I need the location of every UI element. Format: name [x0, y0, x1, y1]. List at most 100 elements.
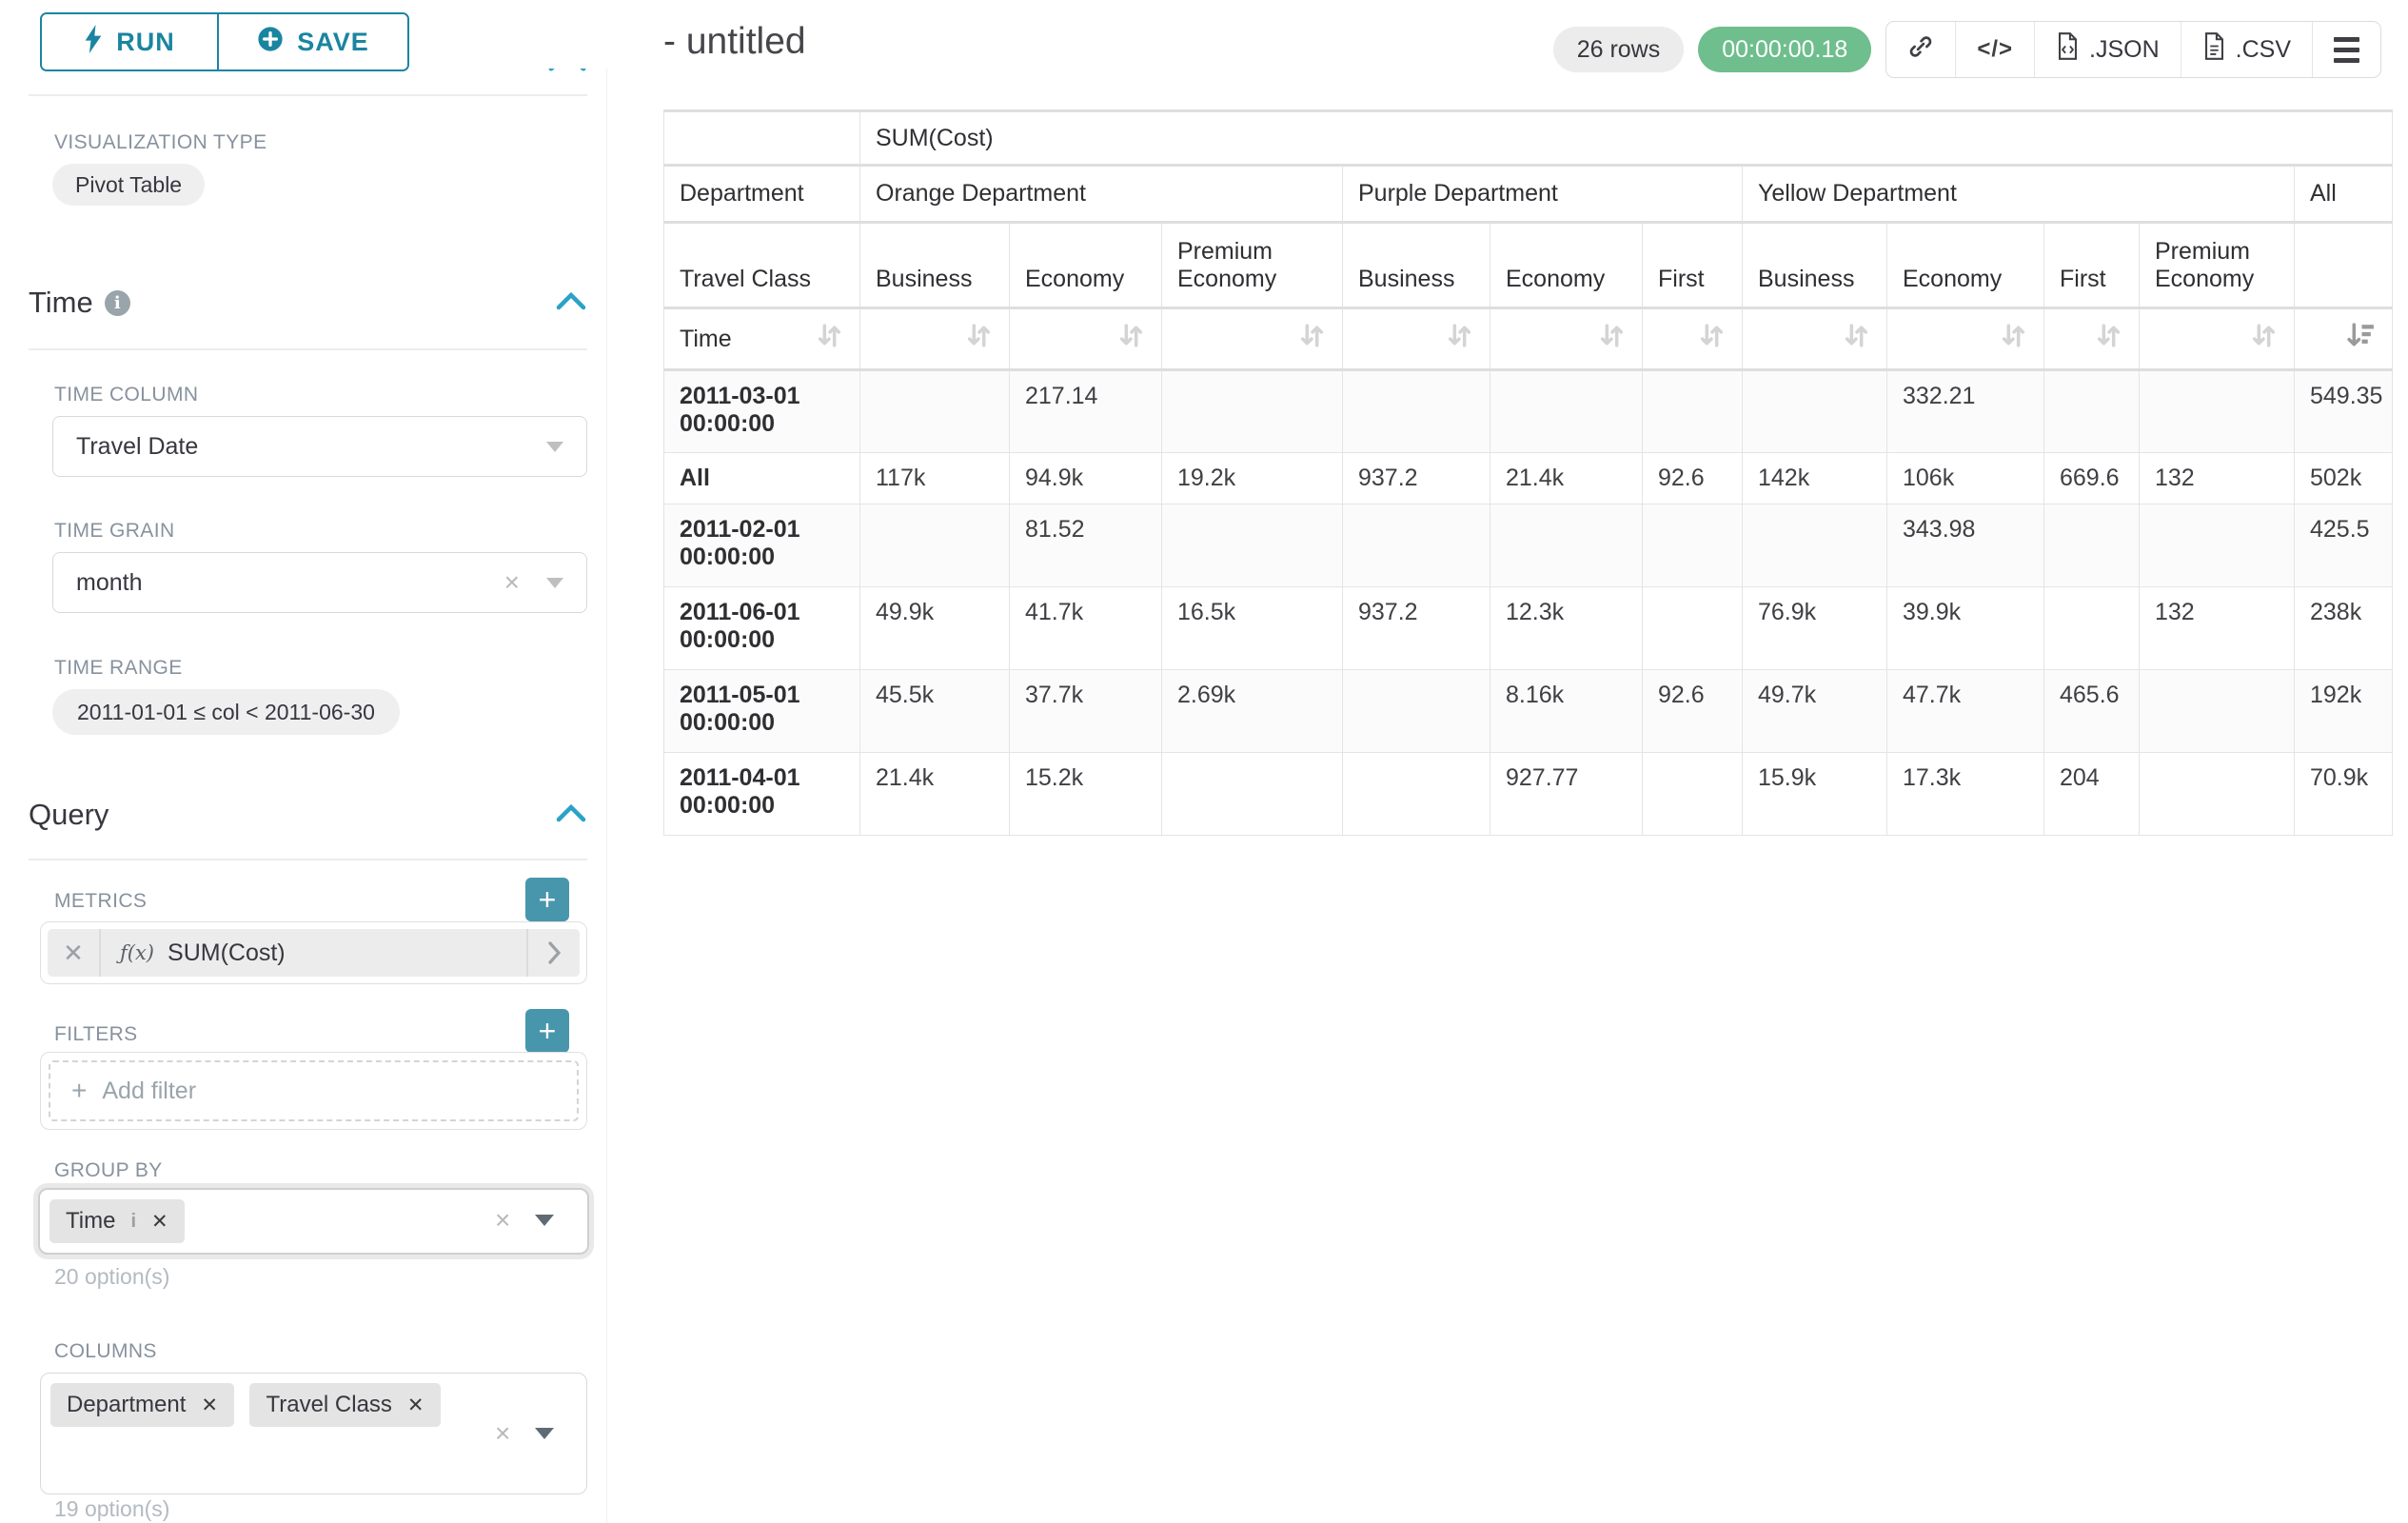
value-cell: 92.6	[1643, 453, 1743, 504]
export-json-button[interactable]: .JSON	[2034, 22, 2181, 77]
sort-icon	[1597, 321, 1627, 357]
metric-header-cell: SUM(Cost)	[860, 111, 2393, 166]
clear-icon[interactable]: ×	[504, 569, 520, 596]
column-sort-header[interactable]	[2140, 308, 2295, 370]
chart-panel: - untitled 26 rows 00:00:00.18 </>	[626, 0, 2408, 1523]
add-filter-button[interactable]: +	[525, 1009, 569, 1053]
save-button[interactable]: SAVE	[219, 14, 407, 69]
panel-topbar: RUN SAVE	[0, 0, 626, 69]
clear-icon[interactable]: ×	[495, 1207, 510, 1234]
column-sort-header[interactable]	[860, 308, 1010, 370]
value-cell: 142k	[1743, 453, 1887, 504]
metric-name: SUM(Cost)	[168, 940, 286, 967]
value-cell: 217.14	[1010, 370, 1162, 453]
travel-class-header: First	[1643, 223, 1743, 308]
chevron-right-icon[interactable]	[526, 929, 580, 977]
value-cell	[2044, 370, 2140, 453]
column-sort-header[interactable]	[1887, 308, 2044, 370]
column-sort-header[interactable]	[1162, 308, 1343, 370]
code-icon: </>	[1977, 36, 2013, 63]
value-cell: 106k	[1887, 453, 2044, 504]
plus-circle-icon	[257, 26, 284, 59]
sort-icon	[815, 321, 844, 357]
export-toolbar: </> .JSON .CSV	[1885, 21, 2381, 78]
column-sort-header[interactable]	[1010, 308, 1162, 370]
file-text-icon	[2202, 32, 2226, 67]
group-by-label: GROUP BY	[54, 1159, 163, 1182]
value-cell: 39.9k	[1887, 587, 2044, 670]
chevron-up-icon[interactable]	[555, 289, 587, 317]
time-cell: 2011-03-01 00:00:00	[664, 370, 860, 453]
chart-title[interactable]: - untitled	[663, 21, 806, 63]
time-range-pill[interactable]: 2011-01-01 ≤ col < 2011-06-30	[52, 689, 400, 735]
clear-icon[interactable]: ×	[495, 1420, 510, 1447]
column-sort-header[interactable]	[2044, 308, 2140, 370]
value-cell: 425.5	[2295, 504, 2393, 587]
pivot-corner-cell	[664, 111, 860, 166]
columns-chip[interactable]: Department ✕	[50, 1383, 234, 1427]
value-cell	[1343, 670, 1490, 753]
export-csv-button[interactable]: .CSV	[2181, 22, 2312, 77]
share-link-button[interactable]	[1886, 22, 1955, 77]
travel-class-header: First	[2044, 223, 2140, 308]
value-cell: 12.3k	[1490, 587, 1643, 670]
hamburger-icon	[2334, 37, 2359, 63]
travel-class-header: Economy	[1010, 223, 1162, 308]
visualization-type-pill[interactable]: Pivot Table	[52, 164, 205, 206]
travel-class-header: Business	[1343, 223, 1490, 308]
chevron-up-icon[interactable]	[555, 801, 587, 829]
department-group-header: Yellow Department	[1743, 166, 2295, 223]
metric-pill[interactable]: ✕ ƒ(x) SUM(Cost)	[48, 929, 580, 977]
time-section-title: Time	[29, 286, 93, 320]
value-cell: 37.7k	[1010, 670, 1162, 753]
add-filter-dropzone[interactable]: + Add filter	[49, 1060, 579, 1121]
column-sort-header[interactable]	[1643, 308, 1743, 370]
time-column-select[interactable]: Travel Date	[52, 416, 587, 477]
run-button[interactable]: RUN	[42, 14, 219, 69]
menu-button[interactable]	[2312, 22, 2380, 77]
time-sort-header[interactable]: Time	[664, 308, 860, 370]
value-cell: 117k	[860, 453, 1010, 504]
plus-icon: +	[71, 1078, 87, 1104]
file-code-icon	[2056, 32, 2080, 67]
sort-icon	[1445, 321, 1474, 357]
time-grain-select[interactable]: month ×	[52, 552, 587, 613]
section-divider	[29, 94, 587, 96]
column-sort-header[interactable]	[1343, 308, 1490, 370]
section-divider	[29, 348, 587, 350]
travel-class-header	[2295, 223, 2393, 308]
embed-code-button[interactable]: </>	[1955, 22, 2034, 77]
value-cell	[2140, 753, 2295, 836]
panel-scrollbar[interactable]	[606, 0, 626, 1523]
value-cell: 132	[2140, 587, 2295, 670]
row-count-badge: 26 rows	[1553, 27, 1685, 72]
value-cell	[860, 504, 1010, 587]
remove-chip-icon[interactable]: ✕	[151, 1210, 168, 1234]
remove-chip-icon[interactable]: ✕	[407, 1394, 424, 1417]
sort-descending-icon	[2345, 321, 2377, 357]
metrics-label: METRICS	[54, 890, 147, 913]
value-cell: 192k	[2295, 670, 2393, 753]
column-sort-header[interactable]	[1490, 308, 1643, 370]
info-icon: i	[130, 1211, 136, 1233]
group-by-chip[interactable]: Time i ✕	[49, 1199, 185, 1243]
value-cell: 238k	[2295, 587, 2393, 670]
columns-chip[interactable]: Travel Class ✕	[249, 1383, 440, 1427]
column-sort-header[interactable]	[1743, 308, 1887, 370]
column-sort-header-active[interactable]	[2295, 308, 2393, 370]
time-range-label: TIME RANGE	[54, 657, 183, 680]
value-cell: 2.69k	[1162, 670, 1343, 753]
query-section-title: Query	[29, 798, 109, 832]
time-grain-label: TIME GRAIN	[54, 520, 175, 543]
value-cell: 17.3k	[1887, 753, 2044, 836]
time-cell: 2011-06-01 00:00:00	[664, 587, 860, 670]
remove-metric-icon[interactable]: ✕	[48, 929, 101, 977]
value-cell: 465.6	[2044, 670, 2140, 753]
info-icon: i	[105, 290, 130, 316]
remove-chip-icon[interactable]: ✕	[201, 1394, 218, 1417]
add-metric-button[interactable]: +	[525, 878, 569, 921]
value-cell: 204	[2044, 753, 2140, 836]
value-cell: 669.6	[2044, 453, 2140, 504]
value-cell: 76.9k	[1743, 587, 1887, 670]
value-cell	[1343, 370, 1490, 453]
